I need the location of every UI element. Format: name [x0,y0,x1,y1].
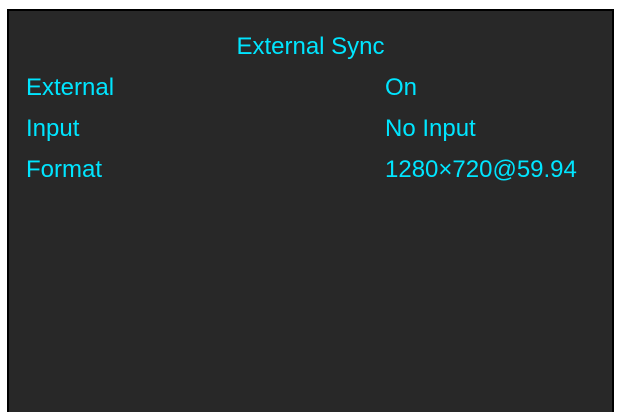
menu-title: External Sync [236,33,385,60]
menu-row-label: Format [26,156,103,183]
menu-row-label: Input [26,115,80,142]
menu-row-value: No Input [385,115,476,142]
menu-row-label: External [26,74,115,101]
osd-menu-panel: External Sync External On Input No Input… [7,9,614,412]
menu-row-input[interactable]: Input No Input [9,115,612,143]
menu-row-external[interactable]: External On [9,74,612,102]
menu-row-value[interactable]: On [385,74,417,102]
menu-row-value: 1280×720@59.94 [385,156,577,183]
menu-row-format[interactable]: Format 1280×720@59.94 [9,156,612,184]
